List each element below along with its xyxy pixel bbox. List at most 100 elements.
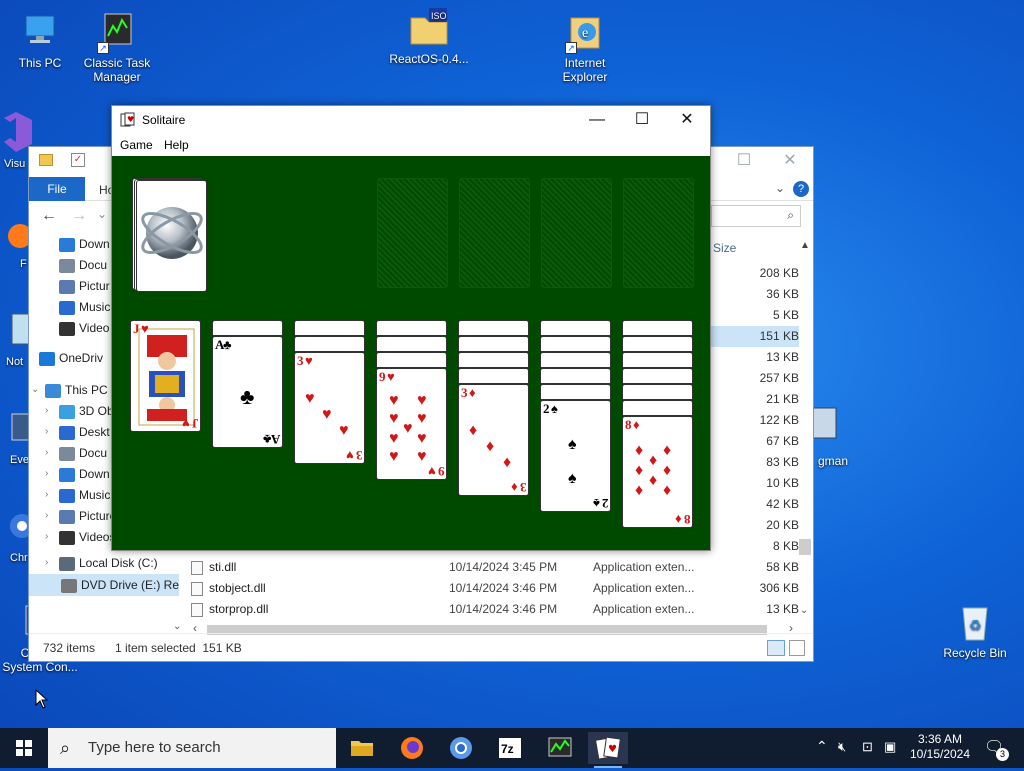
file-size: 21 KB [766,392,799,406]
foundation-slot-2[interactable] [459,178,530,288]
card-pip: ♦ [663,462,672,479]
taskbar-firefox[interactable] [392,732,432,764]
card-2-black[interactable]: 2 ♠ 2 ♠ ♠ ♠ [540,400,611,512]
svg-text:♥: ♥ [127,115,134,124]
nav-item[interactable]: ›DVD Drive (E:) Re [29,574,179,596]
nav-item[interactable]: › Music [45,484,110,506]
nav-item[interactable]: › 3D Ob [45,400,114,422]
desktop-icon-internet-explorer[interactable]: e ↗ Internet Explorer [545,10,625,84]
nav-item[interactable]: › Docu [45,442,107,464]
taskbar-chromium[interactable] [441,732,481,764]
solitaire-titlebar[interactable]: ♥ Solitaire — ☐ ✕ [112,106,710,134]
chevron-right-icon[interactable]: › [45,463,55,485]
chevron-right-icon[interactable]: › [45,526,55,548]
help-icon[interactable]: ? [793,181,809,197]
clock[interactable]: 3:36 AM 10/15/2024 [904,732,976,762]
nav-item[interactable]: ⌄ This PC [31,379,108,401]
menu-game[interactable]: Game [120,134,153,156]
desktop-icon-recycle-bin[interactable]: ♻ Recycle Bin [935,600,1015,660]
taskbar-solitaire[interactable]: ♥ [588,732,628,768]
menu-help[interactable]: Help [164,134,189,156]
card-suit: ♥ [141,321,149,336]
file-row[interactable]: storprop.dll 10/14/2024 3:46 PM Applicatio… [189,599,799,620]
card-A-black[interactable]: A ♣ A ♣ ♣ [212,336,283,448]
file-tab[interactable]: File [29,177,85,201]
foundation-slot-4[interactable] [623,178,694,288]
back-arrow-icon[interactable]: ← [41,207,57,225]
nav-item-label: Docu [79,258,108,272]
chevron-right-icon[interactable]: › [45,552,55,574]
card-pip: ♦ [663,482,672,499]
card-J-red[interactable]: J ♥ J ♥ [130,320,201,432]
explorer-maximize-button[interactable]: ☐ [721,147,767,175]
file-row[interactable]: stobject.dll 10/14/2024 3:46 PM Applicatio… [189,578,799,599]
card-pip: ♥ [339,422,349,439]
card-8-red[interactable]: 8 ♦ 8 ♦ ♦ ♦ ♦ ♦ ♦ ♦ ♦ ♦ [622,416,693,528]
taskbar-task-manager[interactable] [540,732,580,764]
desktop-icon-partial-right[interactable]: gman [808,404,848,468]
nav-pane-scroll-down-icon[interactable]: ⌄ [173,621,181,632]
nav-item[interactable]: Video [59,317,109,339]
explorer-close-button[interactable]: ✕ [767,147,813,175]
volume-muted-icon[interactable]: 🔇︎ [838,739,846,755]
nav-item[interactable]: › Deskt [45,421,110,443]
taskbar-file-explorer[interactable] [342,732,382,764]
desktop-icon-reactos-iso[interactable]: ISO ReactOS-0.4... [389,6,469,66]
taskbar-search-box[interactable]: ⌕ Type here to search [48,728,336,768]
nav-item[interactable]: Pictur [59,275,110,297]
nav-item[interactable]: › Down [45,463,110,485]
close-button[interactable]: ✕ [664,106,710,134]
computer-icon [45,383,61,398]
network-icon[interactable]: ⊡ [862,739,873,755]
nav-item[interactable]: Docu [59,254,107,276]
desktop-icon-label: Not [6,356,24,368]
chevron-right-icon[interactable]: › [45,484,55,506]
card-9-red[interactable]: 9 ♥ 9 ♥ ♥ ♥ ♥ ♥ ♥ ♥ ♥ ♥ ♥ [376,368,447,480]
nav-item[interactable]: › Local Disk (C:) [45,552,158,574]
vertical-scrollbar[interactable]: ⌄ [797,253,813,623]
details-view-icon[interactable] [767,640,785,656]
scroll-down-icon[interactable]: ⌄ [800,605,808,616]
nav-item[interactable]: › Videos [45,526,115,548]
large-icons-view-icon[interactable] [789,640,805,656]
foundation-slot-1[interactable] [377,178,448,288]
nav-item[interactable]: ›OneDriv [39,347,103,369]
clock-date: 10/15/2024 [909,747,971,761]
card-suit-bottom: ♥ [346,448,354,463]
forward-arrow-icon[interactable]: → [71,207,87,225]
card-rank: J [133,321,140,336]
chevron-right-icon[interactable]: › [29,347,35,369]
stock-pile[interactable] [132,178,210,292]
file-size: 67 KB [766,434,799,448]
properties-icon[interactable]: ✓ [71,153,85,167]
file-date: 10/14/2024 3:46 PM [449,602,558,616]
solitaire-window[interactable]: ♥ Solitaire — ☐ ✕ Game Help J ♥ J ♥ A ♣ … [111,105,711,551]
file-row[interactable]: sti.dll 10/14/2024 3:45 PM Application ext… [189,557,799,578]
scrollbar-thumb[interactable] [799,539,811,555]
chevron-down-icon[interactable]: ⌄ [775,181,785,195]
taskbar: ⌕ Type here to search 7z ♥ ⌃ 🔇︎ ⊡ ▣ 3:36… [0,728,1024,768]
nav-item[interactable]: Music [59,296,110,318]
foundation-slot-3[interactable] [541,178,612,288]
start-button[interactable] [0,728,48,768]
desktop-icon-task-manager[interactable]: ↗ Classic Task Manager [77,10,157,84]
taskbar-7zip[interactable]: 7z [490,732,530,764]
chevron-right-icon[interactable]: › [45,421,55,443]
chevron-right-icon[interactable]: › [45,400,55,422]
maximize-button[interactable]: ☐ [619,106,665,134]
search-box[interactable]: ⌕ [711,205,801,227]
nav-item[interactable]: Down [59,233,110,255]
chevron-right-icon[interactable]: › [45,442,55,464]
chevron-down-icon[interactable]: ⌄ [31,379,41,401]
chevron-down-icon[interactable]: ⌄ [97,207,107,221]
minimize-button[interactable]: — [574,106,620,134]
card-pip: ♦ [649,472,658,489]
card-3-red[interactable]: 3 ♥ 3 ♥ ♥ ♥ ♥ [294,352,365,464]
face-down-card [458,352,529,368]
chevron-right-icon[interactable]: › [45,505,55,527]
sort-up-icon[interactable]: ▲ [800,240,810,251]
desktop-icon-this-pc[interactable]: This PC [0,10,80,70]
card-3-red[interactable]: 3 ♦ 3 ♦ ♦ ♦ ♦ [458,384,529,496]
chevron-up-icon[interactable]: ⌃ [816,738,828,755]
display-icon[interactable]: ▣ [884,739,896,755]
